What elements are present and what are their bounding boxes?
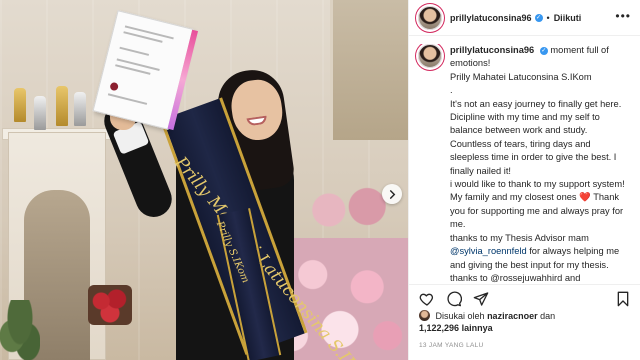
share-icon (473, 292, 489, 306)
likes-summary: Disukai oleh naziracnoer dan 1,122,296 l… (419, 310, 633, 334)
carousel-next-button[interactable] (382, 184, 402, 204)
comment-icon (447, 291, 463, 307)
trophy-icon (56, 86, 68, 126)
university-logo-icon (109, 81, 119, 92)
trophy-icon (34, 96, 46, 130)
share-button[interactable] (473, 291, 489, 307)
red-rose-bouquet (88, 285, 132, 325)
caption-line: thanks to @rossejuwahhird and (450, 272, 581, 283)
caption-avatar[interactable] (418, 44, 442, 68)
avatar[interactable] (418, 5, 442, 30)
caption-line: Prilly Mahatei Latuconsina S.IKom (450, 71, 592, 82)
background-flowers (300, 175, 396, 245)
chevron-right-icon (389, 189, 395, 199)
heart-emoji-icon: ❤️ (579, 192, 591, 203)
action-bar (409, 284, 640, 312)
likes-count[interactable]: 1,122,296 (419, 323, 459, 333)
like-button[interactable] (419, 291, 435, 307)
trophy-icon (74, 92, 86, 126)
likes-conjunction: dan (540, 311, 556, 321)
post-author-username[interactable]: prillylatuconsina96 (450, 13, 532, 23)
header-separator: • (546, 12, 550, 23)
follow-status-button[interactable]: Diikuti (554, 13, 582, 23)
likes-suffix[interactable]: lainnya (462, 323, 493, 333)
post-photo[interactable]: Prilly Mahatei Latuconsina S.IKom Prilly… (0, 0, 408, 360)
caption-section: prillylatuconsina96 ✓ moment full of emo… (409, 44, 640, 284)
caption-line: It's not an easy journey to finally get … (450, 98, 622, 176)
comment-button[interactable] (446, 291, 463, 307)
document-line (107, 93, 148, 105)
caption-text: prillylatuconsina96 ✓ moment full of emo… (450, 44, 631, 284)
potted-plant (0, 300, 40, 360)
bookmark-icon (617, 291, 629, 307)
caption-line: . (450, 85, 453, 96)
trophy-icon (14, 88, 26, 122)
post-timestamp[interactable]: 13 JAM YANG LALU (419, 342, 484, 349)
wall-mirror (330, 0, 408, 140)
mention-link[interactable]: @sylvia_roennfeld (450, 246, 527, 256)
post-header: prillylatuconsina96 ✓ • Diikuti ••• (409, 0, 640, 36)
document-line (119, 46, 150, 56)
verified-badge-icon: ✓ (534, 13, 543, 22)
caption-username[interactable]: prillylatuconsina96 (450, 45, 534, 55)
caption-line: thanks to my Thesis Advisor mam (450, 232, 589, 243)
liker-avatar[interactable] (419, 310, 430, 321)
save-button[interactable] (615, 291, 631, 307)
liked-by-username[interactable]: naziracnoer (487, 311, 538, 321)
verified-badge-icon: ✓ (539, 47, 548, 55)
post-details-panel: prillylatuconsina96 ✓ • Diikuti ••• pril… (408, 0, 640, 360)
likes-prefix: Disukai oleh (435, 311, 485, 321)
heart-icon (419, 293, 434, 306)
more-options-icon[interactable]: ••• (615, 10, 631, 22)
